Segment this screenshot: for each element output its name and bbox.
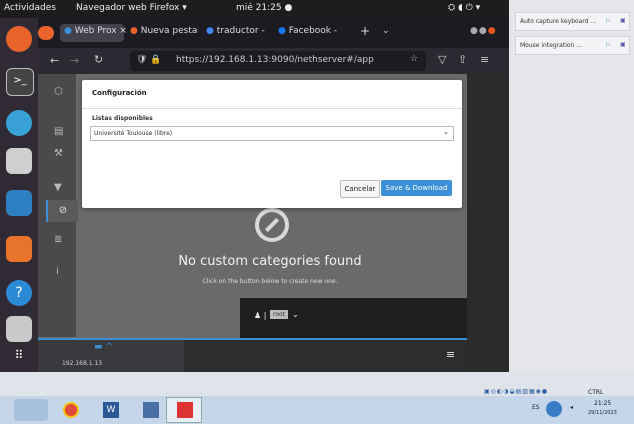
notification-label: Mouse integration ... bbox=[520, 42, 582, 49]
block-icon[interactable]: ⊘ bbox=[46, 200, 78, 222]
chevron-down-icon[interactable]: ⌄ bbox=[292, 310, 299, 319]
vm-device-icons[interactable]: ▣◎◐◑◒▤▥▦◉● bbox=[484, 388, 548, 395]
tab-nueva-pestana[interactable]: ● Nueva pesta bbox=[130, 24, 200, 44]
volume-icon[interactable]: ◂ bbox=[570, 404, 573, 411]
cancel-button[interactable]: Cancelar bbox=[340, 180, 380, 198]
firefox-view-icon[interactable] bbox=[38, 26, 54, 40]
share-icon[interactable]: ⇧ bbox=[458, 53, 467, 66]
language-indicator[interactable]: ES bbox=[532, 404, 540, 411]
firefox-app-menu[interactable]: Navegador web Firefox ▾ bbox=[76, 3, 187, 13]
thunderbird-icon[interactable] bbox=[6, 110, 32, 136]
user-menu-label[interactable]: root bbox=[270, 310, 289, 319]
ubuntu-icon-shape bbox=[177, 402, 193, 418]
gnome-top-bar: Actividades Navegador web Firefox ▾ mié … bbox=[0, 0, 509, 18]
virtualbox-icon[interactable] bbox=[136, 399, 166, 421]
menu-icon[interactable]: ≡ bbox=[480, 53, 489, 66]
tray-date[interactable]: 29/11/2023 bbox=[588, 410, 617, 416]
tab-icon: ● bbox=[206, 26, 214, 36]
chevron-down-icon: ⌄ bbox=[443, 128, 449, 136]
firefox-tab-strip: ● Web Prox × ● Nueva pesta ● traductor -… bbox=[38, 18, 509, 48]
shield-icon[interactable]: 🛡 bbox=[136, 55, 147, 65]
dialog-header: Configuración bbox=[82, 80, 462, 109]
hamburger-icon[interactable]: ≡ bbox=[446, 348, 455, 361]
software-center-icon[interactable] bbox=[6, 236, 32, 262]
info-icon[interactable]: ▷ bbox=[606, 17, 611, 24]
window-controls[interactable]: ●●● bbox=[470, 24, 497, 44]
chrome-icon[interactable] bbox=[56, 399, 86, 421]
new-tab-button[interactable]: + bbox=[360, 24, 370, 42]
system-tray-icons[interactable]: ⛭ ◖ ⏻ ▾ bbox=[448, 3, 480, 13]
empty-state-subtitle: Click on the button below to create new … bbox=[202, 278, 338, 285]
user-menu-bar: ♟ | root ⌄ bbox=[240, 298, 467, 338]
close-icon[interactable]: × bbox=[119, 26, 127, 36]
user-icon: ♟ | bbox=[254, 311, 267, 320]
tab-icon: ● bbox=[278, 26, 286, 36]
configuration-dialog: Configuración Listas disponibles Univers… bbox=[82, 80, 462, 208]
wrench-icon[interactable]: ⚒ bbox=[54, 148, 63, 159]
tab-facebook[interactable]: ● Facebook - bbox=[278, 24, 348, 44]
info-icon[interactable]: i bbox=[56, 266, 59, 277]
tab-icon: ● bbox=[64, 26, 72, 36]
help-icon[interactable]: ? bbox=[6, 280, 32, 306]
no-entry-slash bbox=[264, 217, 280, 233]
chrome-icon-shape bbox=[63, 402, 79, 418]
lists-label: Listas disponibles bbox=[92, 115, 153, 122]
list-icon[interactable]: ≣ bbox=[54, 234, 62, 245]
tray-time[interactable]: 21:25 bbox=[594, 400, 611, 407]
host-selector[interactable]: ▬ ^ 192.168.1.13 bbox=[38, 340, 184, 372]
lists-select-value: Université Toulouse (libre) bbox=[94, 130, 173, 137]
network-icon[interactable] bbox=[546, 401, 562, 417]
start-button[interactable] bbox=[14, 399, 48, 421]
clock[interactable]: mié 21:25 ● bbox=[236, 3, 292, 13]
pocket-icon[interactable]: ▽ bbox=[438, 53, 446, 66]
app-icon[interactable]: ⬡ bbox=[54, 86, 63, 97]
lock-icon[interactable]: 🔒 bbox=[150, 55, 161, 65]
back-icon[interactable]: ← bbox=[50, 54, 59, 67]
filter-icon[interactable]: ▼ bbox=[54, 182, 62, 193]
firefox-nav-bar: ← → ↻ 🛡 🔒 https://192.168.1.13:9090/neth… bbox=[38, 48, 509, 74]
host-ip: 192.168.1.13 bbox=[62, 360, 103, 367]
tab-traductor[interactable]: ● traductor - bbox=[206, 24, 276, 44]
vm-window-button[interactable] bbox=[166, 397, 202, 423]
windows-taskbar: W ES ◂ 21:25 29/11/2023 bbox=[0, 396, 634, 424]
bookmark-star-icon[interactable]: ☆ bbox=[410, 54, 418, 64]
tab-icon: ● bbox=[130, 26, 138, 36]
show-apps-icon[interactable]: ⠿ bbox=[6, 348, 32, 374]
writer-icon[interactable] bbox=[6, 190, 32, 216]
reload-icon[interactable]: ↻ bbox=[94, 53, 103, 66]
ubuntu-dock: >_ ? ⠿ bbox=[0, 18, 38, 372]
no-entry-icon bbox=[255, 208, 289, 242]
disk-icon[interactable] bbox=[6, 316, 32, 342]
empty-state-title: No custom categories found bbox=[178, 254, 362, 269]
url-bar[interactable]: 🛡 🔒 https://192.168.1.13:9090/nethserver… bbox=[130, 51, 426, 71]
tab-list-chevron-icon[interactable]: ⌄ bbox=[382, 24, 390, 44]
terminal-icon[interactable]: >_ bbox=[6, 68, 34, 96]
info-icon[interactable]: ▷ bbox=[606, 41, 611, 48]
cockpit-footer: ▬ ^ 192.168.1.13 ≡ bbox=[38, 338, 467, 372]
activities-button[interactable]: Actividades bbox=[4, 3, 56, 13]
dashboard-icon[interactable]: ▤ bbox=[54, 126, 63, 137]
word-icon[interactable]: W bbox=[96, 399, 126, 421]
notification-auto-capture[interactable]: Auto capture keyboard ... ▷ ▣ bbox=[515, 12, 630, 31]
url-text[interactable]: https://192.168.1.13:9090/nethserver#/ap… bbox=[176, 55, 396, 65]
files-icon[interactable] bbox=[6, 148, 32, 174]
close-icon[interactable]: ▣ bbox=[620, 41, 626, 48]
close-icon[interactable]: ▣ bbox=[620, 17, 626, 24]
notification-label: Auto capture keyboard ... bbox=[520, 18, 597, 25]
word-icon-shape: W bbox=[103, 402, 119, 418]
virtualbox-notification-panel: Auto capture keyboard ... ▷ ▣ Mouse inte… bbox=[509, 0, 634, 372]
firefox-icon[interactable] bbox=[6, 26, 32, 52]
forward-icon[interactable]: → bbox=[70, 54, 79, 67]
lists-select[interactable]: Université Toulouse (libre) ⌄ bbox=[90, 126, 454, 141]
virtualbox-icon-shape bbox=[143, 402, 159, 418]
notification-mouse-integration[interactable]: Mouse integration ... ▷ ▣ bbox=[515, 36, 630, 55]
host-icon: ▬ ^ bbox=[94, 342, 113, 352]
dialog-title: Configuración bbox=[92, 89, 147, 97]
tab-web-proxy[interactable]: ● Web Prox × bbox=[60, 24, 127, 42]
save-download-button[interactable]: Save & Download bbox=[381, 180, 452, 196]
nethserver-sidebar: ⬡ ▤ ⚒ ▼ ⊘ ≣ i bbox=[38, 74, 78, 337]
